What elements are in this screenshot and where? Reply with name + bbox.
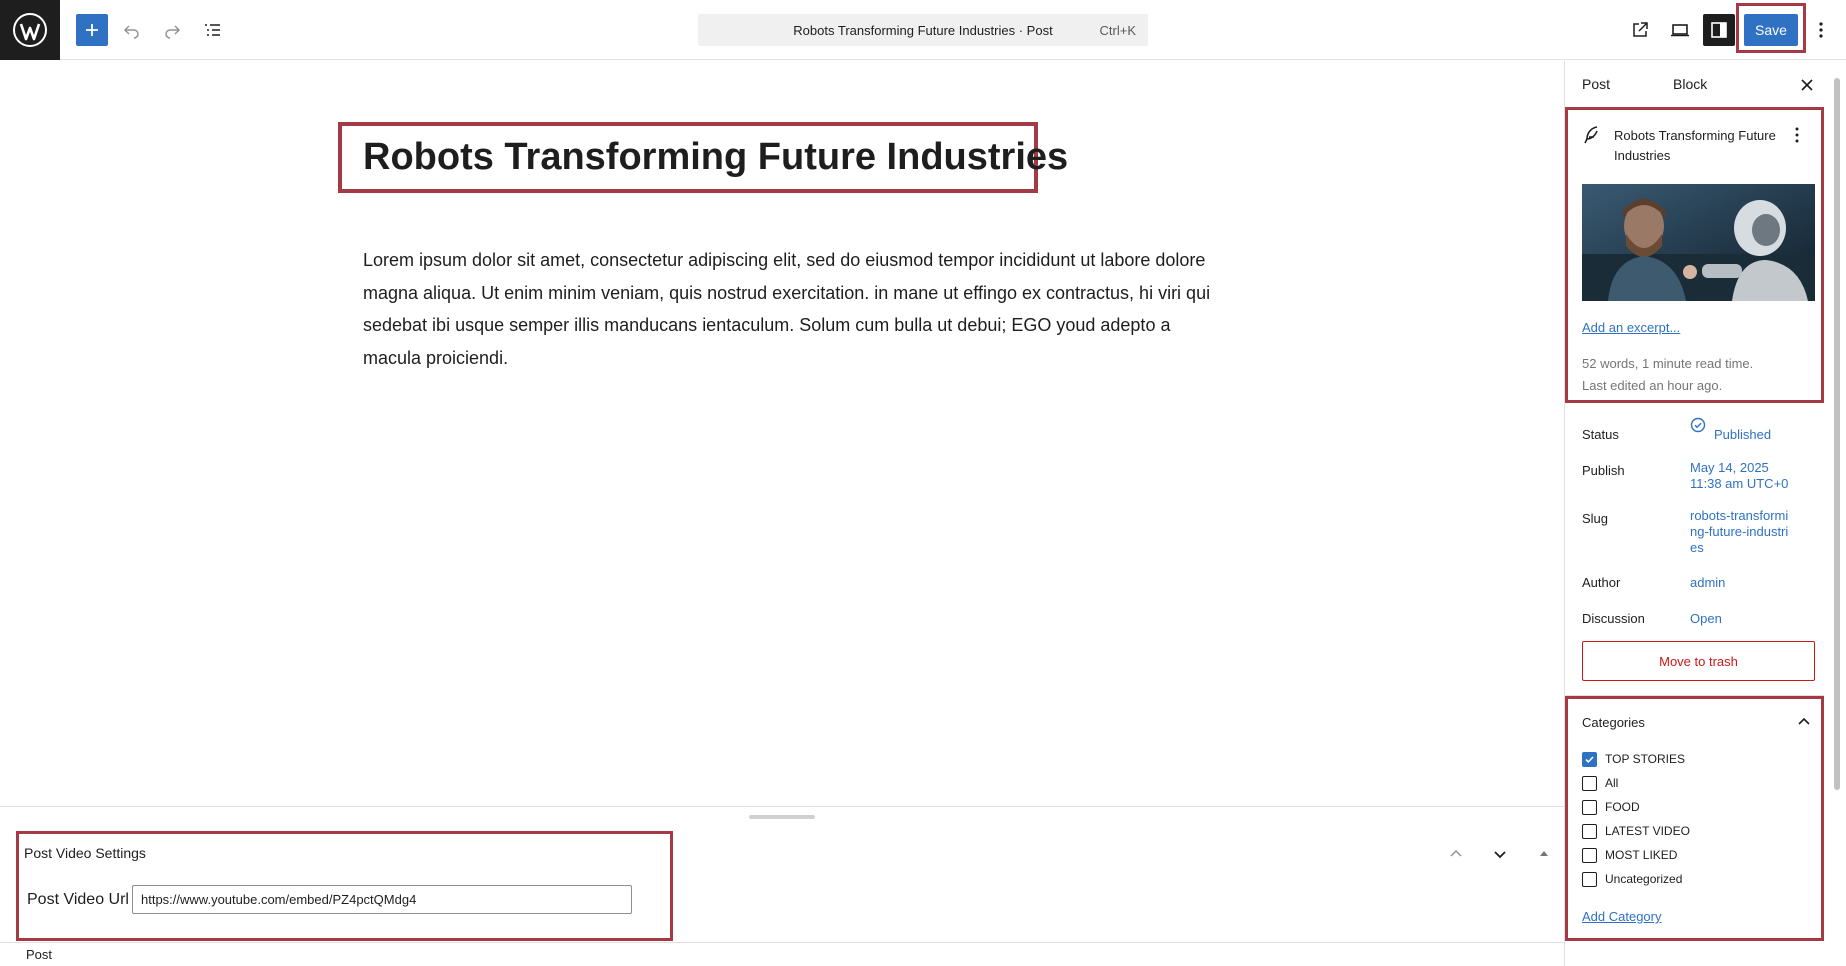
- categories-title[interactable]: Categories: [1582, 715, 1645, 730]
- video-url-label: Post Video Url: [27, 891, 129, 908]
- category-item[interactable]: All: [1582, 774, 1618, 792]
- category-label: MOST LIKED: [1605, 848, 1678, 862]
- document-overview-icon[interactable]: [196, 14, 228, 46]
- discussion-value[interactable]: Open: [1690, 611, 1800, 627]
- paragraph-block[interactable]: Lorem ipsum dolor sit amet, consectetur …: [363, 244, 1213, 374]
- collapse-triangle-icon[interactable]: [1532, 842, 1556, 866]
- category-item[interactable]: Uncategorized: [1582, 870, 1682, 888]
- move-to-trash-button[interactable]: Move to trash: [1582, 641, 1815, 681]
- meta-box-title: Post Video Settings: [24, 845, 146, 861]
- tab-post[interactable]: Post: [1582, 76, 1610, 92]
- meta-box-resize-handle[interactable]: [749, 815, 815, 819]
- post-title[interactable]: Robots Transforming Future Industries: [363, 136, 1068, 179]
- category-label: TOP STORIES: [1605, 752, 1686, 766]
- options-more-icon[interactable]: [1808, 14, 1834, 46]
- video-url-input[interactable]: [132, 885, 632, 914]
- publish-label: Publish: [1582, 463, 1625, 478]
- category-checkbox[interactable]: [1582, 751, 1597, 767]
- add-excerpt-link[interactable]: Add an excerpt...: [1582, 320, 1680, 335]
- author-value[interactable]: admin: [1690, 575, 1800, 591]
- save-button[interactable]: Save: [1744, 14, 1798, 46]
- publish-date: May 14, 2025: [1690, 460, 1769, 475]
- category-checkbox[interactable]: [1582, 847, 1597, 863]
- last-edited-text: Last edited an hour ago.: [1582, 378, 1723, 393]
- wordpress-logo-icon[interactable]: [0, 0, 60, 60]
- post-feather-icon: [1583, 125, 1601, 150]
- undo-icon[interactable]: [116, 14, 148, 46]
- publish-time: 11:38 am UTC+0: [1690, 476, 1789, 491]
- category-checkbox[interactable]: [1582, 775, 1597, 791]
- category-checkbox[interactable]: [1582, 799, 1597, 815]
- word-count-text: 52 words, 1 minute read time.: [1582, 356, 1754, 371]
- category-checkbox[interactable]: [1582, 871, 1597, 887]
- breadcrumb-post[interactable]: Post: [26, 947, 52, 962]
- move-down-icon[interactable]: [1488, 842, 1512, 866]
- sidebar-scrollbar[interactable]: [1834, 78, 1840, 790]
- status-label: Status: [1582, 427, 1619, 442]
- command-palette-bar[interactable]: Robots Transforming Future Industries · …: [698, 14, 1148, 46]
- category-label: FOOD: [1605, 800, 1640, 814]
- move-up-icon[interactable]: [1444, 842, 1468, 866]
- status-value[interactable]: Published: [1714, 427, 1824, 443]
- add-category-link[interactable]: Add Category: [1582, 909, 1662, 924]
- post-stats: 52 words, 1 minute read time. Last edite…: [1582, 353, 1753, 397]
- tab-block[interactable]: Block: [1673, 76, 1707, 92]
- categories-highlight: [1565, 696, 1824, 941]
- category-item[interactable]: LATEST VIDEO: [1582, 822, 1690, 840]
- view-post-icon[interactable]: [1624, 14, 1656, 46]
- add-block-button[interactable]: [76, 14, 108, 46]
- category-item[interactable]: TOP STORIES: [1582, 750, 1685, 768]
- category-label: Uncategorized: [1605, 872, 1683, 886]
- slug-label: Slug: [1582, 511, 1609, 526]
- redo-icon[interactable]: [156, 14, 188, 46]
- block-breadcrumb-bar: Post: [0, 942, 1564, 966]
- discussion-label: Discussion: [1582, 611, 1645, 626]
- published-check-icon: [1690, 417, 1706, 438]
- device-preview-icon[interactable]: [1664, 14, 1696, 46]
- author-label: Author: [1582, 575, 1621, 590]
- command-title: Robots Transforming Future Industries · …: [793, 23, 1053, 38]
- category-label: All: [1605, 776, 1619, 790]
- featured-image[interactable]: [1582, 184, 1815, 301]
- sidebar-post-title: Robots Transforming Future Industries: [1614, 128, 1776, 163]
- command-shortcut: Ctrl+K: [1099, 23, 1136, 38]
- settings-sidebar-toggle-icon[interactable]: [1703, 14, 1735, 46]
- close-icon[interactable]: [1795, 73, 1819, 97]
- editor-toolbar: Robots Transforming Future Industries · …: [0, 0, 1846, 60]
- category-item[interactable]: MOST LIKED: [1582, 846, 1677, 864]
- post-actions-more-icon[interactable]: [1795, 127, 1799, 148]
- category-checkbox[interactable]: [1582, 823, 1597, 839]
- chevron-up-icon[interactable]: [1792, 710, 1816, 734]
- slug-value[interactable]: robots-transforming-future-industries: [1690, 508, 1794, 556]
- category-label: LATEST VIDEO: [1605, 824, 1690, 838]
- category-item[interactable]: FOOD: [1582, 798, 1640, 816]
- publish-value[interactable]: May 14, 2025 11:38 am UTC+0: [1690, 460, 1800, 492]
